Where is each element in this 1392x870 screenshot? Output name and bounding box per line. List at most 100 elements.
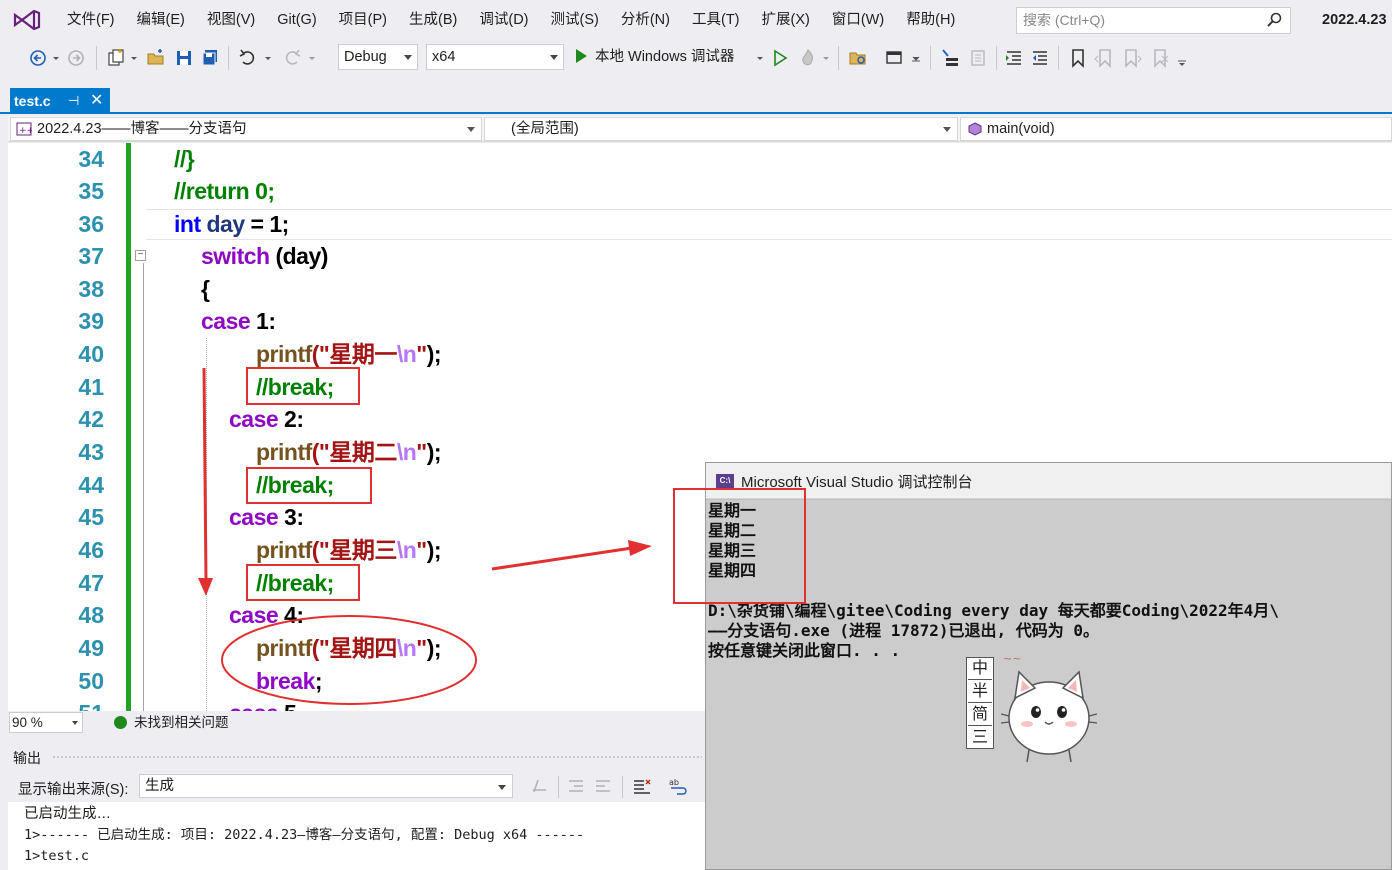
- menu-file[interactable]: 文件(F): [56, 0, 126, 40]
- string-literal: 星期一: [329, 341, 397, 367]
- code-line-36: int day = 1;: [174, 208, 289, 241]
- chevron-down-icon[interactable]: [128, 48, 140, 68]
- console-output-area[interactable]: 星期一 星期二 星期三 星期四 D:\杂货铺\编程\gitee\Coding e…: [706, 500, 1391, 869]
- keyword: switch: [201, 243, 270, 269]
- menu-test[interactable]: 测试(S): [540, 0, 610, 40]
- ime-half-width[interactable]: 半: [968, 681, 992, 703]
- output-text-area[interactable]: 已启动生成… 1>------ 已启动生成: 项目: 2022.4.23—博客—…: [8, 802, 708, 870]
- console-output-line: 星期一: [708, 501, 757, 520]
- scope-dropdown[interactable]: (全局范围): [484, 117, 958, 141]
- menu-git[interactable]: Git(G): [266, 0, 327, 40]
- chevron-down-icon: [72, 721, 78, 725]
- ime-status-bar[interactable]: 中 半 简 三: [966, 657, 994, 749]
- navigate-back-icon[interactable]: [28, 48, 48, 68]
- next-message-icon[interactable]: [593, 776, 613, 796]
- menu-project[interactable]: 项目(P): [328, 0, 398, 40]
- start-debugging-button[interactable]: 本地 Windows 调试器: [572, 44, 734, 70]
- new-project-icon[interactable]: [106, 48, 126, 68]
- indent-icon[interactable]: [1004, 48, 1024, 68]
- code-text: (": [311, 635, 330, 661]
- ime-simplified[interactable]: 简: [968, 704, 992, 726]
- ime-mode-chinese[interactable]: 中: [968, 658, 992, 680]
- undo-icon[interactable]: [238, 48, 258, 68]
- tab-test-c[interactable]: test.c ⊣ ✕: [10, 88, 110, 114]
- comment-block-icon[interactable]: [968, 48, 988, 68]
- function-name: printf: [256, 341, 312, 367]
- chevron-down-icon[interactable]: [306, 48, 318, 68]
- debug-console-window[interactable]: C:\ Microsoft Visual Studio 调试控制台 星期一 星期…: [705, 462, 1392, 870]
- visual-studio-window: 文件(F) 编辑(E) 视图(V) Git(G) 项目(P) 生成(B) 调试(…: [0, 0, 1392, 870]
- code-line-48: case 4:: [229, 599, 304, 632]
- start-without-debugging-icon[interactable]: [770, 48, 790, 68]
- code-text: );: [426, 439, 442, 465]
- chevron-down-icon[interactable]: [910, 48, 922, 68]
- cat-sticker-image: ~~: [1001, 652, 1098, 762]
- close-icon[interactable]: ✕: [90, 88, 103, 114]
- ime-menu[interactable]: 三: [968, 727, 992, 749]
- configuration-dropdown[interactable]: Debug: [338, 44, 418, 70]
- search-icon[interactable]: [1266, 12, 1282, 28]
- redo-icon[interactable]: [282, 48, 302, 68]
- save-icon[interactable]: [174, 48, 194, 68]
- menu-build[interactable]: 生成(B): [398, 0, 468, 40]
- output-source-value: 生成: [145, 778, 174, 794]
- project-dropdown[interactable]: ++ 2022.4.23——博客——分支语句: [10, 117, 482, 141]
- code-line-51: case 5: [229, 697, 297, 711]
- chevron-down-icon[interactable]: [820, 48, 832, 68]
- search-input[interactable]: 搜索 (Ctrl+Q): [1016, 7, 1291, 34]
- menu-tools[interactable]: 工具(T): [681, 0, 751, 40]
- code-text: ": [416, 537, 427, 563]
- collapse-icon[interactable]: −: [135, 250, 146, 261]
- menu-help[interactable]: 帮助(H): [895, 0, 966, 40]
- word-wrap-icon[interactable]: ab: [668, 776, 688, 796]
- code-line-37: switch (day): [201, 240, 328, 273]
- output-line: 1>test.c: [24, 848, 90, 864]
- issues-status[interactable]: 未找到相关问题: [134, 712, 229, 734]
- window-layout-icon[interactable]: [884, 48, 904, 68]
- code-line-43: printf("星期二\n");: [256, 436, 442, 469]
- solution-explorer-icon[interactable]: [848, 48, 868, 68]
- chevron-down-icon: [467, 127, 475, 132]
- previous-message-icon[interactable]: [566, 776, 586, 796]
- escape-sequence: \n: [396, 341, 417, 367]
- visual-studio-logo-icon: [13, 9, 41, 31]
- clear-all-icon[interactable]: [632, 776, 652, 796]
- find-message-icon[interactable]: [530, 776, 550, 796]
- code-text: ": [416, 341, 427, 367]
- bookmark-icon[interactable]: [1068, 48, 1088, 68]
- solution-name: 2022.4.23: [1322, 12, 1387, 28]
- menu-window[interactable]: 窗口(W): [821, 0, 895, 40]
- string-literal: 星期三: [329, 537, 397, 563]
- menu-debug[interactable]: 调试(D): [468, 0, 539, 40]
- next-bookmark-icon[interactable]: [1122, 48, 1142, 68]
- previous-bookmark-icon[interactable]: [1094, 48, 1114, 68]
- zoom-dropdown[interactable]: 90 %: [9, 712, 83, 733]
- function-name: printf: [256, 635, 312, 661]
- chevron-down-icon[interactable]: [262, 48, 274, 68]
- step-into-icon[interactable]: [940, 48, 960, 68]
- menu-view[interactable]: 视图(V): [196, 0, 266, 40]
- pin-icon[interactable]: ⊣: [68, 88, 79, 114]
- panel-grip[interactable]: [52, 755, 702, 760]
- chevron-down-icon: [404, 55, 412, 60]
- outdent-icon[interactable]: [1030, 48, 1050, 68]
- clear-bookmarks-icon[interactable]: [1150, 48, 1170, 68]
- keyword: int: [174, 211, 201, 237]
- member-dropdown[interactable]: main(void): [960, 117, 1392, 141]
- menu-edit[interactable]: 编辑(E): [126, 0, 196, 40]
- line-number: 48: [78, 602, 104, 628]
- save-all-icon[interactable]: [200, 48, 220, 68]
- menu-bar: 文件(F) 编辑(E) 视图(V) Git(G) 项目(P) 生成(B) 调试(…: [0, 0, 1392, 40]
- hot-reload-icon[interactable]: [798, 48, 818, 68]
- open-folder-icon[interactable]: [146, 48, 166, 68]
- output-source-dropdown[interactable]: 生成: [139, 774, 513, 798]
- chevron-down-icon[interactable]: [754, 48, 766, 68]
- toolbar-overflow-icon[interactable]: [1176, 48, 1188, 68]
- chevron-down-icon[interactable]: [50, 48, 62, 68]
- platform-dropdown[interactable]: x64: [426, 44, 564, 70]
- menu-extensions[interactable]: 扩展(X): [751, 0, 821, 40]
- navigate-forward-icon[interactable]: [66, 48, 86, 68]
- method-icon: [968, 122, 982, 136]
- console-titlebar[interactable]: C:\ Microsoft Visual Studio 调试控制台: [706, 463, 1391, 499]
- menu-analyze[interactable]: 分析(N): [610, 0, 681, 40]
